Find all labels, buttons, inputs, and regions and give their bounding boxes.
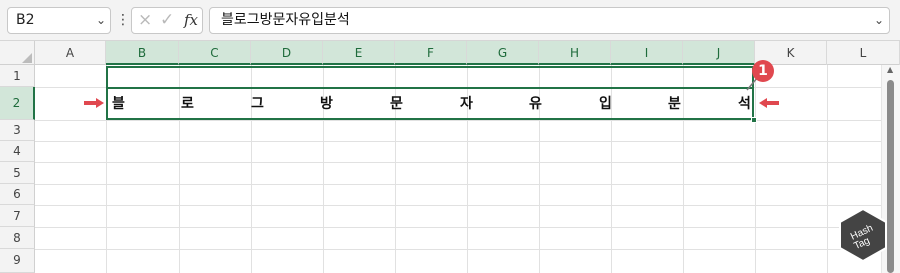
gridline <box>827 65 828 273</box>
row-header-8[interactable]: 8 <box>0 227 35 249</box>
column-header-d[interactable]: D <box>251 41 323 65</box>
cell-b2-char: 석 <box>738 96 751 112</box>
cell-b2-char: 문 <box>390 96 403 112</box>
insert-function-button[interactable]: fx <box>184 11 198 29</box>
hashtag-logo: Hash Tag <box>839 208 887 262</box>
cell-b2-char: 입 <box>599 96 612 112</box>
cell-b2-char: 방 <box>320 96 333 112</box>
name-box[interactable]: B2 ⌄ <box>7 7 111 34</box>
formula-value: 블로그방문자유입분석 <box>221 12 350 28</box>
row-header-1[interactable]: 1 <box>0 65 35 87</box>
select-all-button[interactable] <box>0 41 35 65</box>
column-header-i[interactable]: I <box>611 41 683 65</box>
scroll-up-icon[interactable]: ▲ <box>887 65 893 74</box>
cell-selection-b2-j2[interactable] <box>106 87 754 120</box>
cell-b2-char: 그 <box>251 96 264 112</box>
name-box-value: B2 <box>16 12 35 28</box>
scrollbar-thumb[interactable] <box>887 80 894 273</box>
row-header-7[interactable]: 7 <box>0 205 35 227</box>
column-selection-outline <box>106 66 754 88</box>
column-header-b[interactable]: B <box>106 41 179 65</box>
formula-buttons: × ✓ fx <box>131 7 203 34</box>
column-header-c[interactable]: C <box>179 41 251 65</box>
column-header-f[interactable]: F <box>395 41 467 65</box>
column-header-h[interactable]: H <box>539 41 611 65</box>
cancel-icon[interactable]: × <box>138 10 152 30</box>
row-header-4[interactable]: 4 <box>0 141 35 162</box>
gridline <box>755 65 756 273</box>
arrow-right-icon <box>84 98 104 108</box>
fill-handle[interactable] <box>751 117 757 123</box>
cell-b2-char: 자 <box>460 96 473 112</box>
formula-input[interactable]: 블로그방문자유입분석 ⌄ <box>209 7 890 34</box>
row-header-6[interactable]: 6 <box>0 184 35 205</box>
more-options-icon[interactable]: ⋮ <box>116 11 130 29</box>
expand-formula-bar-icon[interactable]: ⌄ <box>874 8 884 33</box>
arrow-left-icon <box>759 98 779 108</box>
column-header-g[interactable]: G <box>467 41 539 65</box>
row-header-5[interactable]: 5 <box>0 162 35 184</box>
row-header-3[interactable]: 3 <box>0 120 35 141</box>
column-header-l[interactable]: L <box>827 41 900 65</box>
cell-b2-char: 유 <box>529 96 542 112</box>
row-header-2[interactable]: 2 <box>0 87 35 120</box>
formula-bar: B2 ⌄ ⋮ × ✓ fx 블로그방문자유입분석 ⌄ <box>0 0 900 41</box>
step-badge: 1 <box>752 60 774 82</box>
chevron-down-icon[interactable]: ⌄ <box>96 8 106 33</box>
cell-b2-char: 분 <box>668 96 681 112</box>
enter-icon[interactable]: ✓ <box>160 10 174 30</box>
column-header-a[interactable]: A <box>35 41 106 65</box>
column-header-j[interactable]: J <box>683 41 755 65</box>
cell-b2-char: 블 <box>112 96 125 112</box>
cell-b2-char: 로 <box>181 96 194 112</box>
row-header-9[interactable]: 9 <box>0 249 35 273</box>
column-header-e[interactable]: E <box>323 41 395 65</box>
